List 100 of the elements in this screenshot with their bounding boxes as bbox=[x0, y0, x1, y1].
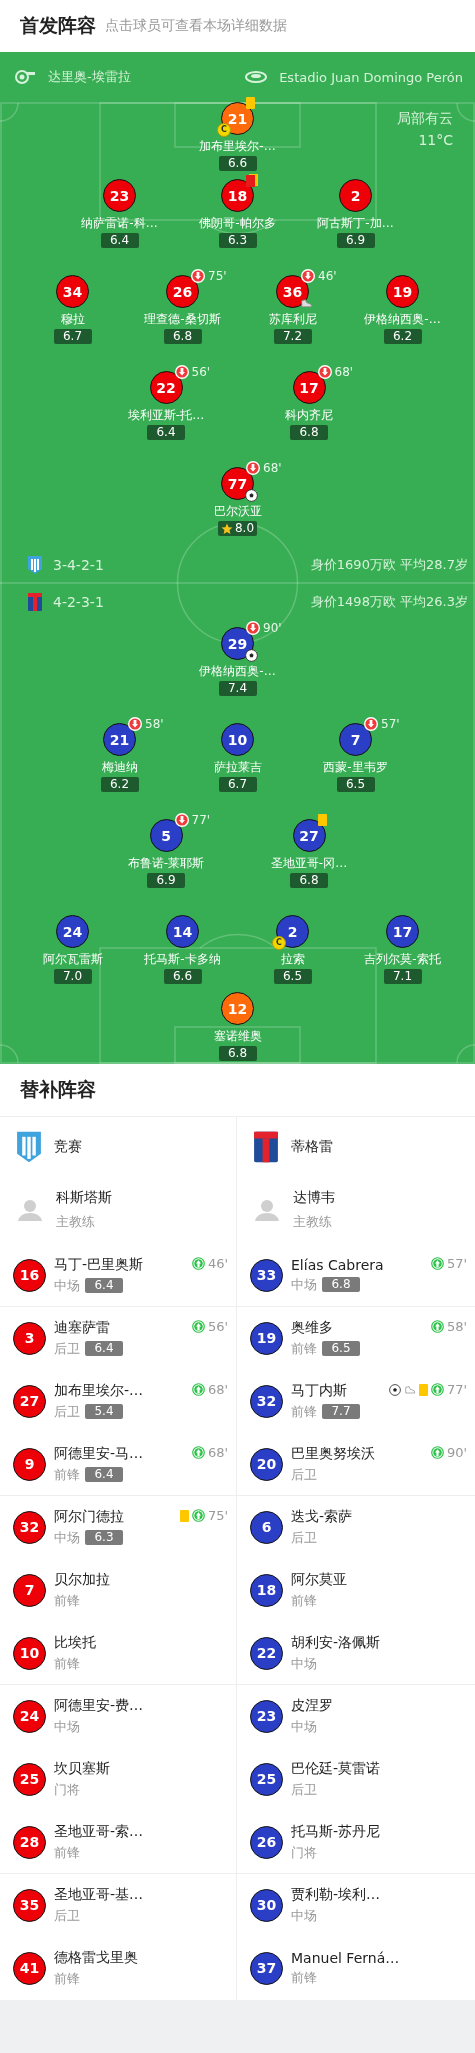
shirt-number[interactable]: 21 bbox=[103, 723, 136, 756]
player-name[interactable]: 托马斯-苏丹尼 bbox=[291, 1822, 459, 1841]
player-name[interactable]: 圣地亚哥-基… bbox=[54, 1885, 220, 1904]
shirt-number[interactable]: 19 bbox=[386, 275, 419, 308]
substitution-in-icon bbox=[430, 1383, 444, 1396]
player-name[interactable]: 德格雷戈里奥 bbox=[54, 1948, 220, 1967]
shirt-number[interactable]: 34 bbox=[56, 275, 89, 308]
player-rating: 7.7 bbox=[322, 1404, 360, 1419]
player-name[interactable]: 比埃托 bbox=[54, 1633, 220, 1652]
shirt-number[interactable]: 10 bbox=[13, 1636, 46, 1670]
player-name[interactable]: 皮涅罗 bbox=[291, 1696, 459, 1715]
player-position: 前锋 bbox=[54, 1969, 80, 1988]
substitution-minute: 58' bbox=[145, 717, 164, 731]
player-name[interactable]: 加布里埃尔-… bbox=[54, 1381, 184, 1400]
substitution-minute: 77' bbox=[446, 1382, 467, 1397]
substitution-out-icon bbox=[301, 269, 315, 283]
player-name[interactable]: 阿德里安-马… bbox=[54, 1444, 184, 1463]
shirt-number[interactable]: 27 bbox=[292, 819, 326, 852]
player-rating: 6.8 bbox=[290, 873, 328, 888]
shirt-number[interactable]: 17 bbox=[292, 371, 326, 404]
player-rating: 7.2 bbox=[273, 329, 312, 344]
shirt-number[interactable]: 35 bbox=[13, 1888, 46, 1922]
player-rating: 6.7 bbox=[218, 777, 257, 792]
shirt-number[interactable]: 16 bbox=[13, 1258, 46, 1292]
shirt-number[interactable]: 14 bbox=[166, 915, 199, 948]
shirt-number[interactable]: 26 bbox=[166, 275, 199, 308]
player-position: 中场 bbox=[54, 1276, 80, 1295]
shirt-number[interactable]: 36 bbox=[276, 275, 309, 308]
substitution-minute: 68' bbox=[263, 461, 282, 475]
player-position: 中场 bbox=[291, 1275, 317, 1294]
player-name[interactable]: 巴里奥努埃沃 bbox=[291, 1444, 423, 1463]
shirt-number[interactable]: 23 bbox=[250, 1699, 283, 1733]
shirt-number[interactable]: 33 bbox=[250, 1258, 283, 1292]
player-name[interactable]: 马丁内斯 bbox=[291, 1381, 381, 1400]
player-name[interactable]: Elías Cabrera bbox=[291, 1256, 423, 1273]
player-name[interactable]: 阿尔莫亚 bbox=[291, 1570, 459, 1589]
shirt-number[interactable]: 5 bbox=[149, 819, 183, 852]
player-position: 门将 bbox=[54, 1780, 80, 1799]
shirt-number[interactable]: 25 bbox=[250, 1762, 283, 1796]
shirt-number[interactable]: 18 bbox=[221, 179, 254, 212]
player-position: 后卫 bbox=[54, 1339, 80, 1358]
player-name: 拉索 bbox=[280, 952, 305, 967]
player-rating: 6.4 bbox=[85, 1467, 123, 1482]
shirt-number[interactable]: 23 bbox=[103, 179, 136, 212]
shirt-number[interactable]: 17 bbox=[386, 915, 419, 948]
shirt-number[interactable]: 7 bbox=[339, 723, 372, 756]
player-name[interactable]: Manuel Ferná… bbox=[291, 1949, 459, 1966]
section-hint: 点击球员可查看本场详细数据 bbox=[105, 17, 287, 35]
shirt-number[interactable]: 37 bbox=[250, 1951, 283, 1985]
coach-name: 科斯塔斯 bbox=[56, 1189, 112, 1207]
player-name[interactable]: 坎贝塞斯 bbox=[54, 1759, 220, 1778]
shirt-number[interactable]: 30 bbox=[250, 1888, 283, 1922]
shirt-number[interactable]: 24 bbox=[13, 1699, 46, 1733]
booking-card-icon bbox=[246, 97, 255, 109]
shirt-number[interactable]: 10 bbox=[221, 723, 254, 756]
player-position: 前锋 bbox=[54, 1843, 80, 1862]
shirt-number[interactable]: 18 bbox=[250, 1573, 283, 1607]
player-name[interactable]: 马丁-巴里奥斯 bbox=[54, 1255, 184, 1274]
player-name[interactable]: 奥维多 bbox=[291, 1318, 423, 1337]
shirt-number[interactable]: 22 bbox=[149, 371, 183, 404]
shirt-number[interactable]: 28 bbox=[13, 1825, 46, 1859]
player-position: 中场 bbox=[291, 1654, 317, 1673]
shirt-number[interactable]: 9 bbox=[13, 1447, 46, 1481]
player-position: 中场 bbox=[291, 1717, 317, 1736]
shirt-number[interactable]: 41 bbox=[13, 1951, 46, 1985]
shirt-number[interactable]: 20 bbox=[250, 1447, 283, 1481]
squad-value-text: 身价1690万欧 平均28.7岁 bbox=[310, 556, 468, 574]
shirt-number[interactable]: 22 bbox=[250, 1636, 283, 1670]
player-name[interactable]: 贾利勒-埃利… bbox=[291, 1885, 459, 1904]
substitution-in-icon bbox=[191, 1509, 205, 1522]
player-name: 理查德-桑切斯 bbox=[144, 312, 221, 327]
shirt-number[interactable]: 6 bbox=[250, 1510, 283, 1544]
shirt-number[interactable]: 27 bbox=[13, 1384, 46, 1418]
player-name[interactable]: 阿德里安-费… bbox=[54, 1696, 220, 1715]
shirt-number[interactable]: 7 bbox=[13, 1573, 46, 1607]
substitution-minute: 57' bbox=[446, 1256, 467, 1271]
player-name[interactable]: 迪塞萨雷 bbox=[54, 1318, 184, 1337]
player-position: 后卫 bbox=[291, 1465, 317, 1484]
player-name[interactable]: 胡利安-洛佩斯 bbox=[291, 1633, 459, 1652]
shirt-number[interactable]: 26 bbox=[250, 1825, 283, 1859]
player-rating: 6.2 bbox=[100, 777, 139, 792]
player-name[interactable]: 迭戈-索萨 bbox=[291, 1507, 459, 1526]
player-name[interactable]: 巴伦廷-莫雷诺 bbox=[291, 1759, 459, 1778]
shirt-number[interactable]: 24 bbox=[56, 915, 89, 948]
player-rating: 6.5 bbox=[336, 777, 375, 792]
player-name[interactable]: 阿尔门德拉 bbox=[54, 1507, 172, 1526]
shirt-number[interactable]: 19 bbox=[250, 1321, 283, 1355]
shirt-number[interactable]: 2 bbox=[339, 179, 372, 212]
player-name[interactable]: 圣地亚哥-索… bbox=[54, 1822, 220, 1841]
player-name[interactable]: 贝尔加拉 bbox=[54, 1570, 220, 1589]
player-position: 中场 bbox=[54, 1528, 80, 1547]
substitution-minute: 57' bbox=[381, 717, 400, 731]
avatar-icon bbox=[17, 1198, 43, 1222]
avatar-icon bbox=[254, 1198, 280, 1222]
player-name: 阿尔瓦雷斯 bbox=[42, 952, 103, 967]
shirt-number[interactable]: 25 bbox=[13, 1762, 46, 1796]
shirt-number[interactable]: 32 bbox=[13, 1510, 46, 1544]
shirt-number[interactable]: 32 bbox=[250, 1384, 283, 1418]
shirt-number[interactable]: 3 bbox=[13, 1321, 46, 1355]
player-name: 塞诺维奥 bbox=[213, 1029, 262, 1044]
